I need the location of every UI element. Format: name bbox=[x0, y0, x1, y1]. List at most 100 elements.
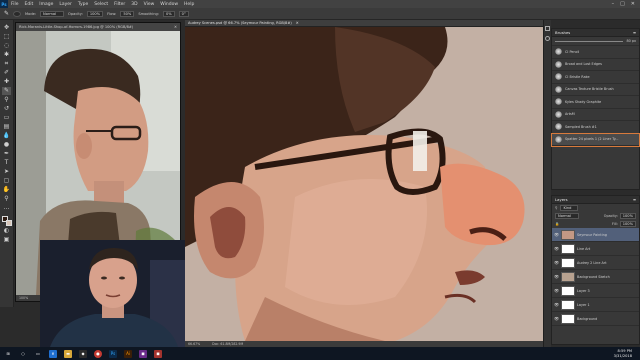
brush-tool-icon[interactable]: ✎ bbox=[4, 10, 9, 17]
more-tools-icon[interactable]: … bbox=[2, 204, 11, 212]
menu-type[interactable]: Type bbox=[75, 2, 91, 7]
eye-icon[interactable]: 👁 bbox=[554, 260, 559, 265]
panel-menu-icon[interactable]: ≡ bbox=[633, 197, 636, 202]
brushes-panel-header[interactable]: Brushes ≡ bbox=[552, 29, 639, 37]
brush-item[interactable]: Broad and Lost Edges bbox=[552, 59, 639, 71]
minimize-icon[interactable]: – bbox=[612, 1, 615, 7]
menu-help[interactable]: Help bbox=[181, 2, 197, 7]
document-tab[interactable]: Audrey Scenes.psd @ 66.7% (Seymour Paint… bbox=[185, 20, 543, 27]
eye-icon[interactable]: 👁 bbox=[554, 246, 559, 251]
color-swatches[interactable] bbox=[1, 216, 12, 226]
menu-edit[interactable]: Edit bbox=[22, 2, 37, 7]
screen-mode-icon[interactable]: ▣ bbox=[2, 236, 11, 244]
path-select-tool-icon[interactable]: ➤ bbox=[2, 168, 11, 176]
smoothing-input[interactable]: 0% bbox=[162, 10, 175, 17]
crop-tool-icon[interactable]: ⌗ bbox=[2, 60, 11, 68]
app-taskbar-icon[interactable]: ◼ bbox=[139, 349, 147, 358]
type-tool-icon[interactable]: T bbox=[2, 159, 11, 167]
eye-icon[interactable]: 👁 bbox=[554, 288, 559, 293]
angle-input[interactable]: 0° bbox=[178, 10, 189, 17]
layer-fill-input[interactable]: 100% bbox=[619, 221, 636, 227]
layer-row[interactable]: 👁 Layer 3 bbox=[552, 284, 639, 298]
move-tool-icon[interactable]: ✥ bbox=[2, 24, 11, 32]
gradient-tool-icon[interactable]: ▤ bbox=[2, 123, 11, 131]
lasso-tool-icon[interactable]: ◌ bbox=[2, 42, 11, 50]
maximize-icon[interactable]: □ bbox=[620, 1, 625, 7]
hand-tool-icon[interactable]: ✋ bbox=[2, 186, 11, 194]
chrome-icon[interactable]: ● bbox=[94, 349, 102, 358]
lock-icon[interactable]: 🔒 bbox=[555, 222, 559, 226]
panel-menu-icon[interactable]: ≡ bbox=[633, 30, 636, 35]
layer-opacity-input[interactable]: 100% bbox=[619, 213, 636, 219]
layer-row[interactable]: 👁 Line Art bbox=[552, 242, 639, 256]
search-icon[interactable]: ○ bbox=[19, 350, 27, 358]
eyedropper-tool-icon[interactable]: ✐ bbox=[2, 69, 11, 77]
file-explorer-icon[interactable]: ▬ bbox=[64, 349, 72, 358]
edge-browser-icon[interactable]: e bbox=[49, 349, 57, 358]
brush-item[interactable]: Kyles Shady Graphite bbox=[552, 96, 639, 109]
brush-tool-icon[interactable]: ✎ bbox=[2, 87, 11, 95]
reference-window-title[interactable]: Rick-Moranis-Little-Shop-of-Horrors-1986… bbox=[16, 23, 180, 31]
layer-row-selected[interactable]: 👁 Seymour Painting bbox=[552, 228, 639, 242]
quick-select-tool-icon[interactable]: ✱ bbox=[2, 51, 11, 59]
reference-close-icon[interactable]: ✕ bbox=[174, 25, 177, 29]
photoshop-taskbar-icon[interactable]: Ps bbox=[109, 349, 117, 358]
brush-item[interactable]: Canvas Texture Bristle Brush bbox=[552, 84, 639, 96]
zoom-tool-icon[interactable]: ⚲ bbox=[2, 195, 11, 203]
menu-3d[interactable]: 3D bbox=[128, 2, 140, 7]
eraser-tool-icon[interactable]: ▭ bbox=[2, 114, 11, 122]
menu-select[interactable]: Select bbox=[91, 2, 111, 7]
document-close-icon[interactable]: ✕ bbox=[296, 21, 299, 25]
main-canvas[interactable] bbox=[185, 27, 543, 341]
brush-item[interactable]: ArtsM bbox=[552, 109, 639, 121]
menu-file[interactable]: File bbox=[8, 2, 22, 7]
blur-tool-icon[interactable]: 💧 bbox=[2, 132, 11, 140]
dodge-tool-icon[interactable]: ● bbox=[2, 141, 11, 149]
history-brush-tool-icon[interactable]: ↺ bbox=[2, 105, 11, 113]
brush-settings-panel-icon[interactable] bbox=[545, 36, 550, 41]
layer-row[interactable]: 👁 Background bbox=[552, 312, 639, 326]
layer-row[interactable]: 👁 Layer 1 bbox=[552, 298, 639, 312]
store-icon[interactable]: ◆ bbox=[79, 349, 87, 358]
healing-brush-tool-icon[interactable]: ✚ bbox=[2, 78, 11, 86]
mode-select[interactable]: Normal bbox=[40, 10, 65, 17]
eye-icon[interactable]: 👁 bbox=[554, 302, 559, 307]
brush-item[interactable]: Sampled Brush #1 bbox=[552, 121, 639, 134]
eye-icon[interactable]: 👁 bbox=[554, 316, 559, 321]
layers-panel-header[interactable]: Layers ≡ bbox=[552, 196, 639, 204]
layer-row[interactable]: 👁 Background Sketch bbox=[552, 270, 639, 284]
menu-view[interactable]: View bbox=[141, 2, 158, 7]
menu-image[interactable]: Image bbox=[36, 2, 56, 7]
brush-item-selected[interactable]: Spatter 24 pixels 1 (2 Liner Ty... bbox=[551, 132, 640, 147]
background-color-swatch[interactable] bbox=[5, 220, 12, 226]
system-clock[interactable]: 8:59 PM 3/31/2018 bbox=[614, 349, 640, 358]
brush-size-value[interactable]: 80 px bbox=[626, 39, 636, 43]
history-panel-icon[interactable] bbox=[545, 26, 550, 31]
flow-input[interactable]: 50% bbox=[120, 10, 135, 17]
app-taskbar-icon[interactable]: ◼ bbox=[154, 349, 162, 358]
illustrator-taskbar-icon[interactable]: Ai bbox=[124, 349, 132, 358]
menu-layer[interactable]: Layer bbox=[56, 2, 75, 7]
opacity-input[interactable]: 100% bbox=[86, 10, 104, 17]
brush-item[interactable]: CI Pencil bbox=[552, 46, 639, 59]
canvas-zoom[interactable]: 66.67% bbox=[188, 342, 200, 346]
layer-blend-select[interactable]: Normal bbox=[555, 213, 579, 219]
marquee-tool-icon[interactable]: ⬚ bbox=[2, 33, 11, 41]
layer-row[interactable]: 👁 Audrey 2 Line Art bbox=[552, 256, 639, 270]
layer-kind-filter[interactable]: Kind bbox=[560, 205, 579, 211]
eye-icon[interactable]: 👁 bbox=[554, 274, 559, 279]
close-icon[interactable]: ✕ bbox=[631, 1, 635, 7]
clone-stamp-tool-icon[interactable]: ⚲ bbox=[2, 96, 11, 104]
task-view-icon[interactable]: ▭ bbox=[34, 350, 42, 358]
brush-preset-picker[interactable] bbox=[13, 10, 22, 17]
quick-mask-icon[interactable]: ◐ bbox=[2, 227, 11, 235]
shape-tool-icon[interactable]: ▢ bbox=[2, 177, 11, 185]
brush-item[interactable]: CI Bristle Rake bbox=[552, 71, 639, 84]
eye-icon[interactable]: 👁 bbox=[554, 232, 559, 237]
reference-zoom[interactable]: 100% bbox=[19, 296, 28, 300]
menu-window[interactable]: Window bbox=[157, 2, 181, 7]
brush-size-slider[interactable] bbox=[555, 40, 624, 42]
pen-tool-icon[interactable]: ✒ bbox=[2, 150, 11, 158]
windows-start-icon[interactable]: ⊞ bbox=[4, 350, 12, 358]
menu-filter[interactable]: Filter bbox=[111, 2, 128, 7]
